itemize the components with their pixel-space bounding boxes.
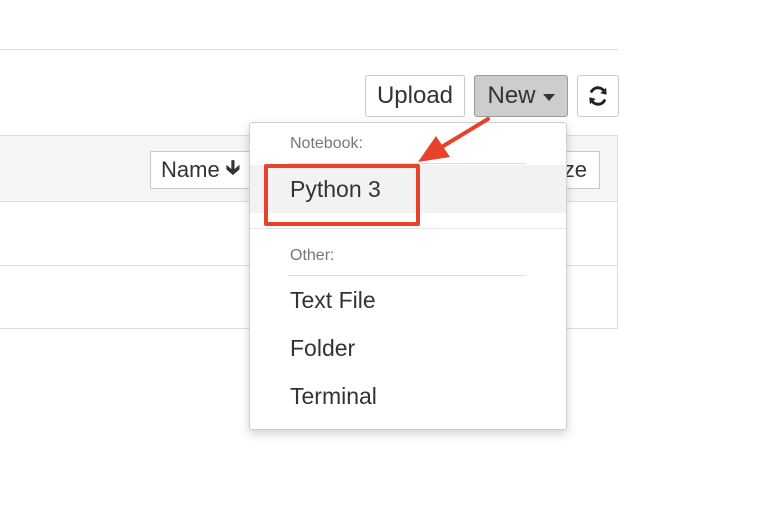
new-button-label: New bbox=[487, 82, 536, 109]
new-button[interactable]: New bbox=[474, 75, 568, 117]
menu-item-label: Folder bbox=[290, 334, 356, 361]
new-dropdown-menu: Notebook: Python 3 Other: Text File Fold… bbox=[249, 122, 567, 430]
menu-item-text-file[interactable]: Text File bbox=[250, 277, 566, 323]
notebook-header-underline bbox=[288, 163, 526, 164]
menu-item-terminal[interactable]: Terminal bbox=[250, 373, 566, 419]
other-header-underline bbox=[288, 275, 526, 276]
refresh-button[interactable] bbox=[577, 75, 619, 117]
notebook-section-header: Notebook: bbox=[290, 135, 363, 152]
sort-by-size-label: ze bbox=[563, 157, 587, 182]
menu-item-python-3[interactable]: Python 3 bbox=[250, 165, 566, 213]
arrow-down-icon: 🡳 bbox=[225, 157, 241, 179]
menu-item-label: Text File bbox=[290, 286, 376, 313]
upload-button[interactable]: Upload bbox=[365, 75, 465, 117]
upload-button-label: Upload bbox=[376, 82, 454, 109]
header-divider bbox=[0, 49, 618, 50]
page: Upload New Name 🡳 ze Notebook: Python 3 … bbox=[0, 0, 760, 506]
menu-item-label: Terminal bbox=[290, 382, 377, 409]
other-section-header: Other: bbox=[290, 247, 335, 264]
sort-by-name-label: Name bbox=[161, 157, 220, 182]
sort-by-name-button[interactable]: Name 🡳 bbox=[150, 151, 260, 189]
menu-item-folder[interactable]: Folder bbox=[250, 325, 566, 371]
menu-item-label: Python 3 bbox=[290, 175, 381, 202]
refresh-icon bbox=[589, 86, 607, 106]
menu-divider bbox=[250, 228, 566, 229]
caret-down-icon bbox=[542, 94, 555, 101]
